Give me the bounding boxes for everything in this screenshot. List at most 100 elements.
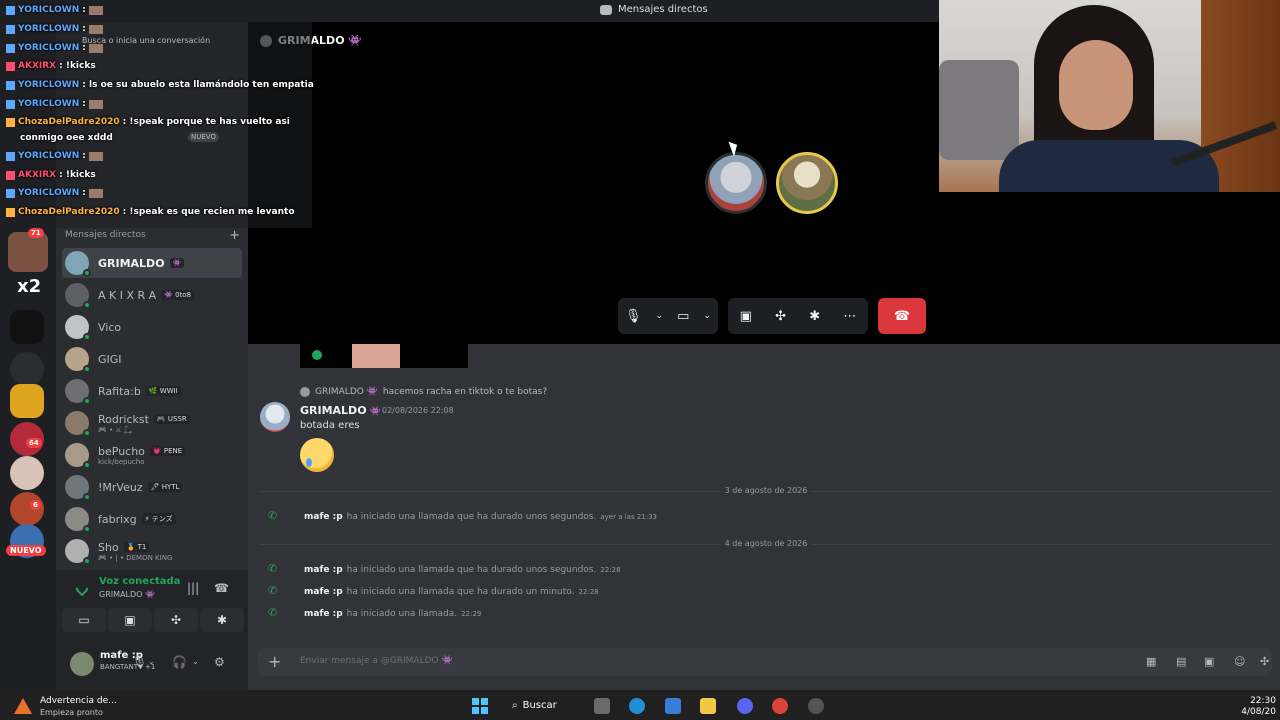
screen-share-button[interactable]: ▣	[108, 608, 152, 632]
mic-toggle-icon[interactable]: 🎙	[625, 309, 642, 324]
attach-plus-icon[interactable]: +	[268, 652, 281, 671]
call-participant-self[interactable]	[776, 152, 838, 214]
system-clock[interactable]: 22:30 4/08/20	[1241, 696, 1276, 718]
app-icon[interactable]	[808, 698, 824, 714]
camera-options-chevron-icon[interactable]: ⌄	[703, 311, 711, 321]
window-title: Mensajes directos	[600, 4, 708, 15]
dm-row: A K I X R A 👾 0to8	[98, 289, 195, 302]
activities-button[interactable]: ✣	[154, 608, 198, 632]
gift-icon[interactable]: ▦	[1146, 655, 1156, 668]
chrome-icon[interactable]	[772, 698, 788, 714]
dm-avatar	[65, 347, 91, 373]
dm-item[interactable]: !MrVeuz 🖊 HYTL	[62, 472, 242, 502]
dm-item[interactable]: Sho 🏅 T1 🎮 • | • DEMON KING	[62, 536, 242, 566]
status-indicator	[83, 365, 91, 373]
headphones-chevron-down-icon[interactable]: ⌄	[192, 657, 199, 666]
camera-toggle-icon[interactable]: ▭	[677, 309, 689, 324]
dm-row: fabrixg ⚡ テンズ	[98, 513, 176, 526]
server-icon-yellow[interactable]	[10, 384, 44, 418]
server-icon-person[interactable]	[10, 456, 44, 490]
dm-item[interactable]: Rodrickst 🎮 USSR 🎮 • ⚔ 🛴	[62, 408, 242, 438]
dm-item[interactable]: Vico	[62, 312, 242, 342]
call-participant-grimaldo[interactable]	[705, 152, 767, 214]
hang-up-button[interactable]: ☎	[878, 298, 926, 334]
message-avatar[interactable]	[260, 402, 290, 432]
soundboard-icon[interactable]: ✱	[809, 309, 820, 324]
embed-status-dot	[312, 350, 322, 360]
gear-icon[interactable]: ⚙	[214, 655, 225, 669]
system-message-user[interactable]: mafe :p	[304, 512, 343, 522]
phone-icon: ✆	[268, 584, 278, 597]
taskbar-search-label: Buscar	[522, 699, 557, 711]
dm-text: GIGI	[98, 353, 122, 366]
dm-row: Sho 🏅 T1	[98, 541, 172, 554]
dm-avatar	[65, 379, 91, 405]
create-dm-icon[interactable]: +	[229, 228, 240, 243]
emoji-tear	[306, 458, 312, 467]
dm-item[interactable]: A K I X R A 👾 0to8	[62, 280, 242, 310]
user-badge-icon	[6, 99, 15, 109]
overlay-username: YORICLOWN	[18, 188, 80, 198]
message-author[interactable]: GRIMALDO 👾	[300, 404, 381, 417]
dm-item[interactable]: Rafita:b 🌿 WWII	[62, 376, 242, 406]
task-view-icon[interactable]	[594, 698, 610, 714]
dm-item[interactable]: fabrixg ⚡ テンズ	[62, 504, 242, 534]
message-input[interactable]: Enviar mensaje a @GRIMALDO 👾	[300, 656, 453, 666]
embedded-image[interactable]	[300, 344, 468, 368]
share-screen-icon[interactable]: ▣	[740, 309, 752, 324]
disconnect-icon[interactable]: ☎	[214, 581, 229, 595]
overlay-emote-icon	[88, 188, 103, 198]
server-icon-plus[interactable]	[10, 310, 44, 344]
system-message-user[interactable]: mafe :p	[304, 587, 343, 597]
clock-time: 22:30	[1250, 696, 1276, 706]
warning-title[interactable]: Advertencia de...	[40, 696, 117, 706]
status-indicator	[83, 557, 91, 565]
more-options-icon[interactable]: ⋯	[843, 309, 856, 324]
taskbar-search[interactable]: ⌕ Buscar	[512, 696, 557, 714]
dm-text: Rodrickst 🎮 USSR 🎮 • ⚔ 🛴	[98, 413, 190, 434]
reply-reference[interactable]: GRIMALDO 👾 hacemos racha en tiktok o te …	[300, 387, 547, 397]
mic-options-chevron-icon[interactable]: ⌄	[656, 311, 664, 321]
camera-off-button[interactable]: ▭	[62, 608, 106, 632]
warning-icon[interactable]	[14, 698, 32, 714]
apps-icon[interactable]: ✣	[1260, 655, 1269, 668]
noise-suppression-icon[interactable]: |||	[187, 581, 199, 595]
dm-avatar	[65, 283, 91, 309]
mic-icon[interactable]: 🎙	[132, 655, 147, 669]
user-badge-icon	[6, 5, 15, 15]
sticker-icon[interactable]: ▣	[1204, 655, 1214, 668]
file-explorer-icon[interactable]	[700, 698, 716, 714]
voice-connected-title[interactable]: Voz conectada	[99, 576, 180, 587]
gif-icon[interactable]: ▤	[1176, 655, 1186, 668]
server-avatar-face[interactable]	[8, 232, 48, 272]
soundboard-button[interactable]: ✱	[200, 608, 244, 632]
headphones-icon[interactable]: 🎧	[172, 655, 187, 669]
system-message-time: 22:29	[461, 610, 482, 618]
dm-row: GIGI	[98, 353, 122, 366]
edge-icon[interactable]	[629, 698, 645, 714]
reply-text: hacemos racha en tiktok o te botas?	[382, 387, 548, 397]
dm-name: Rodrickst	[98, 412, 149, 426]
signal-icon[interactable]	[73, 579, 91, 597]
dm-item[interactable]: bePucho 💗 PENE kick/bepucho	[62, 440, 242, 470]
dm-item[interactable]: GIGI	[62, 344, 242, 374]
dm-text: bePucho 💗 PENE kick/bepucho	[98, 445, 186, 466]
voice-channel-name[interactable]: GRIMALDO 👾	[99, 590, 155, 599]
activities-icon[interactable]: ✣	[775, 309, 786, 324]
system-message-user[interactable]: mafe :p	[304, 565, 343, 575]
dm-item[interactable]: GRIMALDO 👾	[62, 248, 242, 278]
dm-server-tag: 👾	[169, 258, 185, 268]
dm-text: !MrVeuz 🖊 HYTL	[98, 481, 183, 494]
system-message-user[interactable]: mafe :p	[304, 609, 343, 619]
overlay-chat-line: conmigo oee xddd	[20, 133, 113, 143]
overlay-message-text: :	[82, 99, 86, 109]
emoji-icon[interactable]: ☺	[1234, 655, 1245, 668]
discord-taskbar-icon[interactable]	[737, 698, 753, 714]
windows-start-icon[interactable]	[472, 698, 488, 714]
user-avatar[interactable]	[70, 652, 94, 676]
server-folder-icon[interactable]	[10, 352, 44, 386]
store-icon[interactable]	[665, 698, 681, 714]
mic-chevron-down-icon[interactable]: ⌄	[148, 657, 155, 666]
webcam-bed	[939, 60, 1019, 160]
overlay-chat-line: YORICLOWN:	[6, 5, 103, 15]
